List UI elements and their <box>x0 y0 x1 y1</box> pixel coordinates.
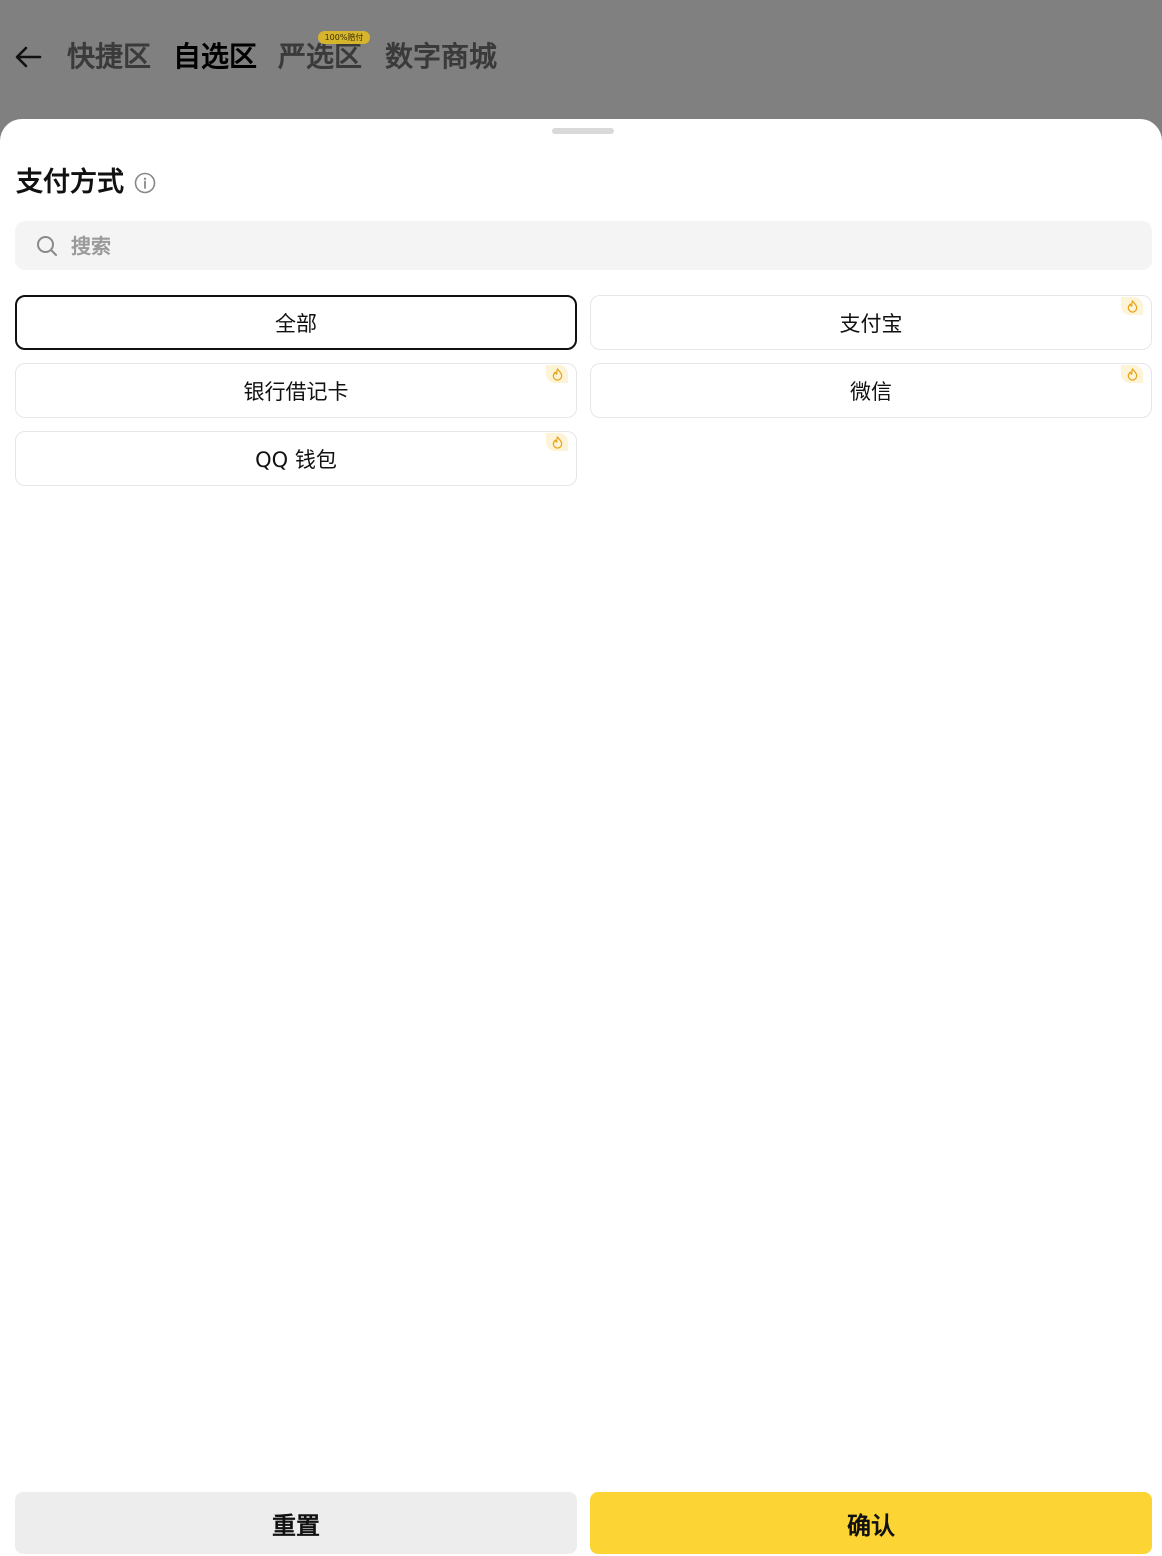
tab-custom-zone[interactable]: 自选区 <box>173 38 257 76</box>
tab-quick-zone[interactable]: 快捷区 <box>67 38 151 76</box>
hot-badge <box>1121 297 1143 315</box>
arrow-left-icon <box>15 46 42 68</box>
fire-icon <box>1127 367 1137 381</box>
top-nav-bar: 快捷区 自选区 严选区 100%赔付 数字商城 <box>0 0 1162 119</box>
hot-badge <box>546 433 568 451</box>
option-alipay[interactable]: 支付宝 <box>590 295 1152 350</box>
option-all[interactable]: 全部 <box>15 295 577 350</box>
info-circle-icon <box>134 172 156 194</box>
hot-badge <box>1121 365 1143 383</box>
sheet-drag-handle[interactable] <box>552 128 614 134</box>
option-label: 全部 <box>275 311 317 336</box>
fire-icon <box>552 435 562 449</box>
confirm-button[interactable]: 确认 <box>590 1492 1152 1554</box>
info-button[interactable] <box>134 172 156 194</box>
option-label: 支付宝 <box>839 311 903 336</box>
fire-icon <box>1127 299 1137 313</box>
option-label: 微信 <box>850 379 892 404</box>
payment-method-sheet: 支付方式 全部 支付宝 银行借记卡 微信 <box>0 119 1162 1556</box>
search-icon <box>37 236 57 256</box>
option-qq-wallet[interactable]: QQ 钱包 <box>15 431 577 486</box>
sheet-title: 支付方式 <box>16 167 124 198</box>
back-button[interactable] <box>12 40 44 74</box>
reset-button[interactable]: 重置 <box>15 1492 577 1554</box>
option-label: 银行借记卡 <box>243 379 349 404</box>
option-label: QQ 钱包 <box>255 447 337 472</box>
search-bar <box>15 221 1152 270</box>
fire-icon <box>552 367 562 381</box>
tab-digital-mall[interactable]: 数字商城 <box>385 38 497 76</box>
reset-button-label: 重置 <box>272 1511 320 1540</box>
option-wechat[interactable]: 微信 <box>590 363 1152 418</box>
compensation-badge: 100%赔付 <box>318 31 370 44</box>
search-input[interactable] <box>71 221 1131 270</box>
option-bank-debit-card[interactable]: 银行借记卡 <box>15 363 577 418</box>
confirm-button-label: 确认 <box>847 1511 895 1540</box>
hot-badge <box>546 365 568 383</box>
